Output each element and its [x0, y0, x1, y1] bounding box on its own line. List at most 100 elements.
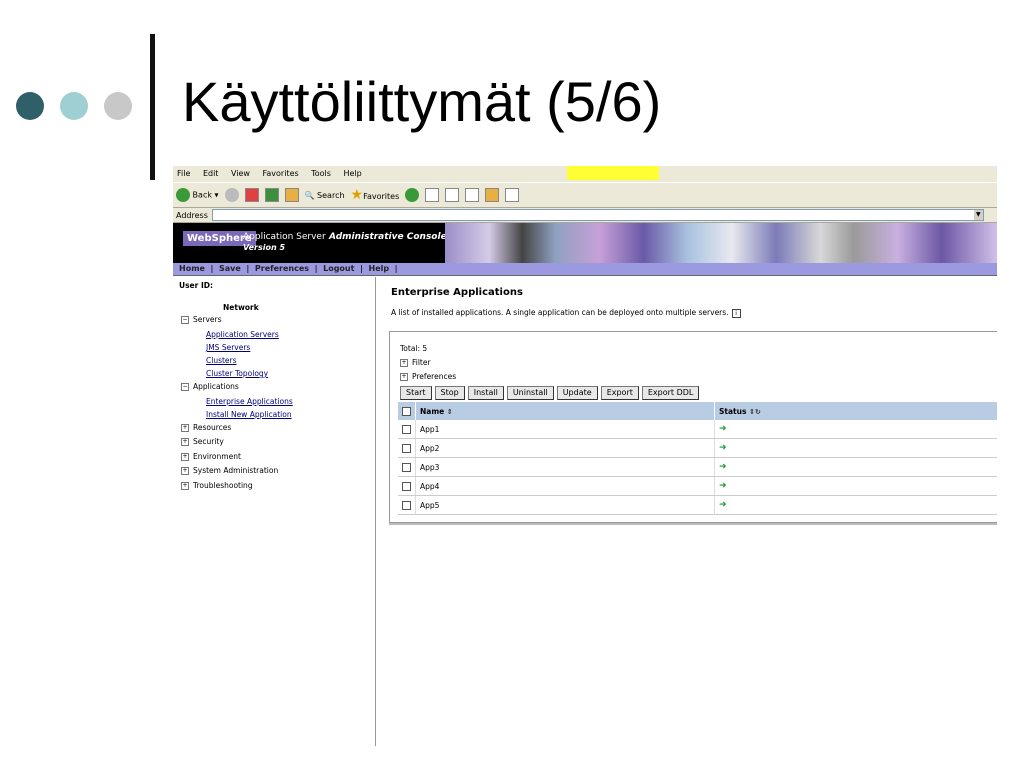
menu-file[interactable]: File	[177, 169, 190, 178]
row-checkbox[interactable]	[402, 462, 411, 472]
total-count: Total: 5	[400, 344, 428, 353]
search-button[interactable]: 🔍 Search	[305, 191, 345, 200]
expand-icon[interactable]: +	[181, 467, 189, 475]
tree-resources[interactable]: + Resources	[181, 423, 231, 432]
table-header: Name ⇕ Status ⇕↻	[398, 402, 997, 420]
address-input[interactable]: ▼	[211, 209, 984, 221]
uninstall-button[interactable]: Uninstall	[506, 386, 554, 400]
favorites-button[interactable]: ★Favorites	[351, 187, 400, 203]
history-icon[interactable]	[405, 188, 420, 202]
app-name[interactable]: App1	[415, 420, 715, 439]
table-row: App3 ➜	[398, 457, 997, 477]
page-title: Enterprise Applications	[391, 287, 523, 298]
admin-console-label: Administrative Console	[329, 232, 447, 242]
title-divider	[150, 34, 155, 180]
link-jms-servers[interactable]: JMS Servers	[206, 343, 250, 352]
slide-title: Käyttöliittymät (5/6)	[182, 70, 662, 133]
print-icon[interactable]	[445, 188, 460, 202]
nav-help[interactable]: Help	[369, 263, 390, 275]
address-label: Address	[176, 210, 208, 220]
row-checkbox[interactable]	[402, 424, 411, 434]
select-all-checkbox[interactable]	[402, 406, 411, 416]
tree-system-administration[interactable]: + System Administration	[181, 466, 278, 475]
row-checkbox[interactable]	[402, 481, 411, 491]
menu-bar: File Edit View Favorites Tools Help	[173, 166, 997, 182]
menu-tools[interactable]: Tools	[311, 169, 331, 178]
collapse-icon[interactable]: −	[181, 316, 189, 324]
refresh-icon[interactable]	[264, 188, 279, 202]
sort-icon[interactable]: ⇕	[447, 408, 453, 416]
tools-icon[interactable]	[505, 188, 520, 202]
link-install-new-application[interactable]: Install New Application	[206, 410, 292, 419]
table-row: App1 ➜	[398, 420, 997, 439]
menu-edit[interactable]: Edit	[203, 169, 219, 178]
column-name[interactable]: Name ⇕	[415, 402, 715, 420]
menu-help[interactable]: Help	[343, 169, 361, 178]
expand-icon[interactable]: +	[181, 482, 189, 490]
preferences-toggle[interactable]: + Preferences	[400, 372, 456, 381]
expand-icon[interactable]: +	[181, 438, 189, 446]
stop-icon[interactable]	[244, 188, 259, 202]
info-icon[interactable]: i	[731, 309, 741, 318]
network-label: Network	[223, 303, 259, 312]
collapse-icon[interactable]: −	[181, 383, 189, 391]
tree-applications[interactable]: − Applications	[181, 382, 239, 391]
menu-view[interactable]: View	[231, 169, 250, 178]
tree-troubleshooting[interactable]: + Troubleshooting	[181, 481, 253, 490]
menu-favorites[interactable]: Favorites	[263, 169, 299, 178]
nav-preferences[interactable]: Preferences	[255, 263, 309, 275]
chevron-down-icon[interactable]: ▼	[973, 210, 983, 220]
applications-table: Name ⇕ Status ⇕↻ App1 ➜ App2 ➜ App3 ➜ Ap…	[398, 402, 997, 515]
link-enterprise-applications[interactable]: Enterprise Applications	[206, 397, 293, 406]
console-banner: WebSphere Application Server Version 5 A…	[173, 223, 997, 263]
expand-icon[interactable]: +	[181, 453, 189, 461]
table-row: App5 ➜	[398, 495, 997, 515]
expand-icon[interactable]: +	[400, 373, 408, 381]
app-name[interactable]: App2	[415, 438, 715, 458]
table-row: App4 ➜	[398, 476, 997, 496]
status-started-icon: ➜	[719, 462, 727, 472]
column-status[interactable]: Status ⇕↻	[714, 402, 997, 420]
expand-icon[interactable]: +	[400, 359, 408, 367]
refresh-status-icon[interactable]: ↻	[755, 408, 761, 416]
edit-icon[interactable]	[465, 188, 480, 202]
navigation-tree: User ID: Network − Servers Application Se…	[173, 277, 376, 746]
tree-environment[interactable]: + Environment	[181, 452, 241, 461]
start-button[interactable]: Start	[400, 386, 432, 400]
page-description: A list of installed applications. A sing…	[391, 308, 741, 318]
applications-panel: Total: 5 + Filter + Preferences Start Stop…	[389, 331, 997, 523]
folder-icon[interactable]	[485, 188, 500, 202]
bullet-dot-gray	[104, 92, 132, 120]
status-started-icon: ➜	[719, 481, 727, 491]
row-checkbox[interactable]	[402, 500, 411, 510]
table-row: App2 ➜	[398, 438, 997, 458]
forward-icon[interactable]	[224, 188, 239, 202]
link-clusters[interactable]: Clusters	[206, 356, 237, 365]
link-cluster-topology[interactable]: Cluster Topology	[206, 369, 268, 378]
nav-save[interactable]: Save	[219, 263, 241, 275]
browser-toolbar: Back ▾ 🔍 Search ★Favorites	[173, 182, 997, 208]
link-application-servers[interactable]: Application Servers	[206, 330, 279, 339]
tree-security[interactable]: + Security	[181, 437, 224, 446]
mail-icon[interactable]	[425, 188, 440, 202]
export-button[interactable]: Export	[600, 386, 639, 400]
nav-home[interactable]: Home	[179, 263, 205, 275]
nav-logout[interactable]: Logout	[323, 263, 354, 275]
back-button[interactable]: Back ▾	[176, 188, 219, 202]
filter-toggle[interactable]: + Filter	[400, 358, 431, 367]
app-name[interactable]: App4	[415, 476, 715, 496]
tree-servers[interactable]: − Servers	[181, 315, 222, 324]
highlight-marker	[567, 166, 659, 180]
home-icon[interactable]	[284, 188, 299, 202]
install-button[interactable]: Install	[467, 386, 504, 400]
app-name[interactable]: App3	[415, 457, 715, 477]
row-checkbox[interactable]	[402, 443, 411, 453]
status-started-icon: ➜	[719, 500, 727, 510]
banner-image	[445, 223, 997, 263]
export-ddl-button[interactable]: Export DDL	[641, 386, 700, 400]
stop-button[interactable]: Stop	[434, 386, 465, 400]
expand-icon[interactable]: +	[181, 424, 189, 432]
star-icon: ★	[350, 187, 364, 203]
app-name[interactable]: App5	[415, 495, 715, 515]
update-button[interactable]: Update	[556, 386, 598, 400]
